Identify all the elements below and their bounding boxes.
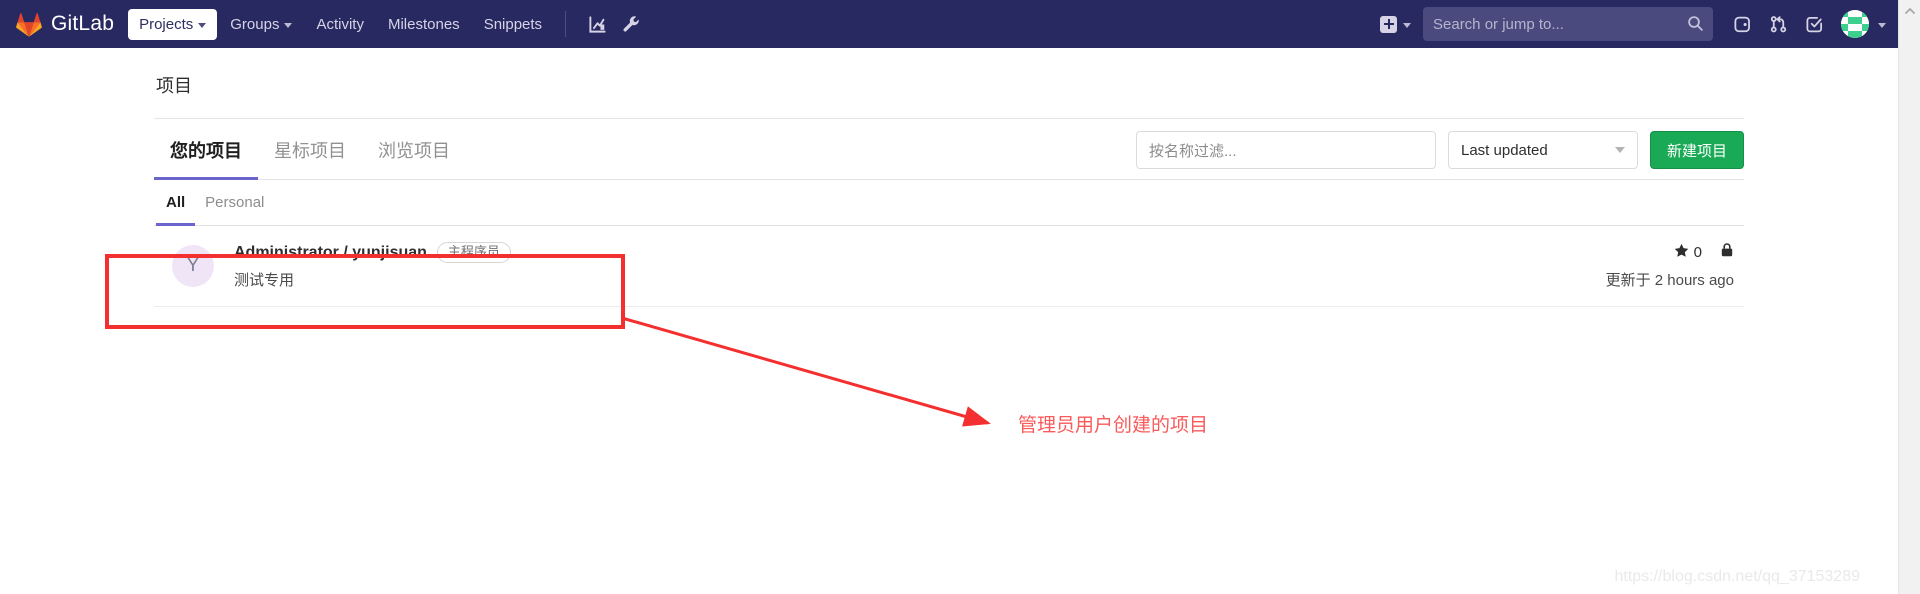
brand-title: GitLab [51,12,115,35]
navbar-left-section: GitLab Projects Groups Activity Mileston… [16,0,648,48]
project-name-link[interactable]: Administrator / yunjisuan [234,244,427,262]
todos-icon[interactable] [1797,7,1831,41]
new-project-button[interactable]: 新建项目 [1649,131,1744,169]
tab-explore-projects[interactable]: 浏览项目 [362,127,466,180]
plus-square-icon [1380,15,1397,33]
nav-item-groups[interactable]: Groups [219,9,303,40]
content-container: 项目 您的项目 星标项目 浏览项目 按名称过滤... Last updated … [154,48,1744,308]
project-info: Administrator / yunjisuan 主程序员 测试专用 [234,242,1606,290]
tab-starred-projects[interactable]: 星标项目 [258,127,362,180]
issues-icon[interactable] [1725,7,1759,41]
nav-item-label: Milestones [387,15,460,33]
nav-item-label: Projects [139,15,194,33]
search-placeholder: Search or jump to... [1433,15,1564,33]
chevron-down-icon [198,22,207,28]
project-avatar-letter: Y [186,255,200,277]
nav-item-label: Activity [316,15,364,33]
project-meta: 0 更新于 2 hours ago [1606,242,1738,290]
page-content: 项目 您的项目 星标项目 浏览项目 按名称过滤... Last updated … [0,48,1898,594]
nav-item-activity[interactable]: Activity [305,9,375,40]
nav-item-label: Groups [230,15,280,33]
nav-item-label: Snippets [483,15,543,33]
search-input[interactable]: Search or jump to... [1423,7,1713,41]
tab-label: 浏览项目 [378,141,450,161]
title-divider [154,118,1744,119]
navbar-menu: Projects Groups Activity Milestones Snip… [128,0,553,48]
sort-dropdown[interactable]: Last updated [1447,131,1638,169]
search-icon [1687,15,1704,37]
tab-your-projects[interactable]: 您的项目 [154,127,258,180]
navbar-divider [565,11,567,37]
filter-by-name-input[interactable]: 按名称过滤... [1135,131,1436,169]
project-role-badge: 主程序员 [436,242,511,264]
page-title: 项目 [156,76,192,96]
navbar-right-section: Search or jump to... [1374,0,1886,48]
nav-item-projects[interactable]: Projects [128,8,218,40]
nav-item-milestones[interactable]: Milestones [377,9,471,40]
nav-item-snippets[interactable]: Snippets [473,9,553,40]
gitlab-fox-logo [16,12,42,37]
sort-value: Last updated [1460,141,1548,159]
tab-label: 星标项目 [274,141,346,161]
project-title-line: Administrator / yunjisuan 主程序员 [234,242,1606,264]
tab-label: 您的项目 [170,141,242,161]
projects-list: Y Administrator / yunjisuan 主程序员 测试专用 0 … [154,226,1744,308]
projects-subtabs: All Personal [154,180,1744,226]
chevron-down-icon [1403,22,1411,28]
project-meta-top: 0 [1606,242,1734,263]
wrench-admin-icon[interactable] [614,7,648,41]
projects-toolbar: 按名称过滤... Last updated 新建项目 [1135,131,1744,179]
project-list-item[interactable]: Y Administrator / yunjisuan 主程序员 测试专用 0 … [154,226,1744,306]
subtab-label: All [166,194,186,211]
project-updated-at: 更新于 2 hours ago [1605,272,1734,290]
filter-placeholder: 按名称过滤... [1148,142,1237,160]
project-avatar: Y [172,245,214,288]
gitlab-home-link[interactable]: GitLab [16,0,128,48]
user-avatar[interactable] [1841,10,1869,38]
subtab-all[interactable]: All [156,180,196,226]
project-description: 测试专用 [234,272,295,290]
star-icon [1674,243,1689,262]
chevron-up-icon[interactable] [1899,0,1920,22]
chevron-down-icon[interactable] [1878,22,1886,28]
chevron-down-icon [284,22,293,28]
merge-requests-icon[interactable] [1761,7,1795,41]
top-navbar: GitLab Projects Groups Activity Mileston… [0,0,1898,48]
project-stars[interactable]: 0 [1674,243,1702,262]
chevron-down-icon [1614,147,1625,153]
analytics-chart-icon[interactable] [580,7,614,41]
lock-icon [1720,242,1734,263]
subtab-personal[interactable]: Personal [195,180,274,226]
subtab-label: Personal [205,194,265,211]
create-new-button[interactable] [1374,11,1417,38]
new-project-label: 新建项目 [1666,142,1727,160]
page-scrollbar[interactable] [1898,0,1920,594]
projects-tabs-row: 您的项目 星标项目 浏览项目 按名称过滤... Last updated 新建项… [154,127,1744,180]
projects-tabs: 您的项目 星标项目 浏览项目 [154,127,466,180]
star-count: 0 [1693,244,1702,262]
